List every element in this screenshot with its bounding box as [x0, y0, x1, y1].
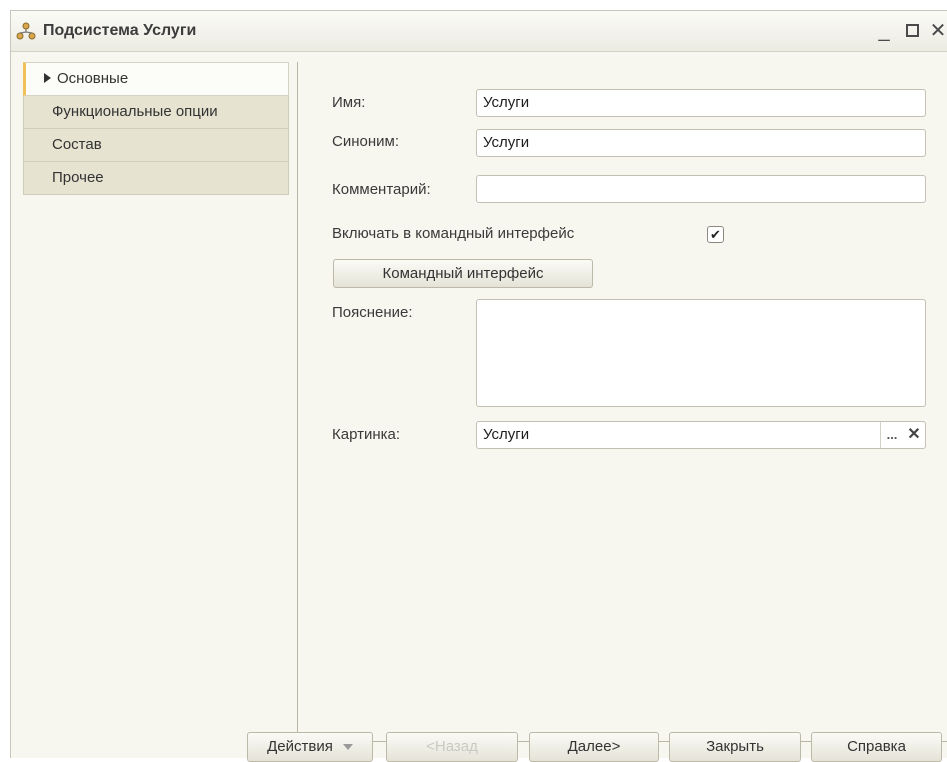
picture-select-button[interactable]: ... — [880, 422, 903, 448]
explanation-label: Пояснение: — [332, 304, 413, 321]
window-title: Подсистема Услуги — [43, 22, 197, 39]
name-input[interactable]: Услуги — [476, 89, 926, 117]
sidebar-item-other[interactable]: Прочее — [23, 162, 289, 195]
synonym-input[interactable]: Услуги — [476, 129, 926, 157]
close-icon: ✕ — [929, 20, 947, 42]
actions-label: Действия — [267, 738, 333, 755]
sidebar-item-label: Состав — [52, 136, 102, 153]
picture-value: Услуги — [483, 426, 530, 443]
subsystem-icon — [16, 22, 36, 40]
chevron-down-icon — [342, 744, 353, 751]
picture-clear-icon[interactable]: ✕ — [903, 422, 925, 448]
sidebar-item-label: Функциональные опции — [52, 103, 218, 120]
include-in-command-interface-label: Включать в командный интерфейс — [332, 225, 575, 242]
picture-input[interactable]: Услуги ... ✕ — [476, 421, 926, 449]
current-section-arrow-icon — [44, 73, 51, 84]
maximize-icon — [905, 24, 919, 37]
comment-label: Комментарий: — [332, 181, 431, 198]
include-in-command-interface-checkbox[interactable]: ✔ — [707, 226, 724, 243]
main-properties-panel: Имя: Услуги Синоним: Услуги Комментарий:… — [297, 62, 947, 742]
comment-input[interactable] — [476, 175, 926, 203]
section-sidebar: Основные Функциональные опции Состав Про… — [23, 62, 289, 195]
name-label: Имя: — [332, 94, 366, 111]
subsystem-window: Подсистема Услуги _ ✕ Основные Функциона… — [10, 10, 947, 762]
sidebar-item-label: Прочее — [52, 169, 104, 186]
minimize-button[interactable]: _ — [871, 17, 897, 45]
picture-label: Картинка: — [332, 426, 401, 443]
title-bar[interactable]: Подсистема Услуги _ ✕ — [11, 11, 947, 52]
command-interface-button[interactable]: Командный интерфейс — [333, 259, 593, 288]
explanation-textarea[interactable] — [476, 299, 926, 407]
close-window-button[interactable]: ✕ — [925, 17, 947, 45]
maximize-button[interactable] — [899, 17, 925, 45]
minimize-icon: _ — [878, 20, 890, 42]
sidebar-item-label: Основные — [57, 70, 129, 87]
sidebar-item-functional-options[interactable]: Функциональные опции — [23, 96, 289, 129]
synonym-label: Синоним: — [332, 133, 399, 150]
sidebar-item-main[interactable]: Основные — [23, 62, 289, 96]
sidebar-item-content[interactable]: Состав — [23, 129, 289, 162]
